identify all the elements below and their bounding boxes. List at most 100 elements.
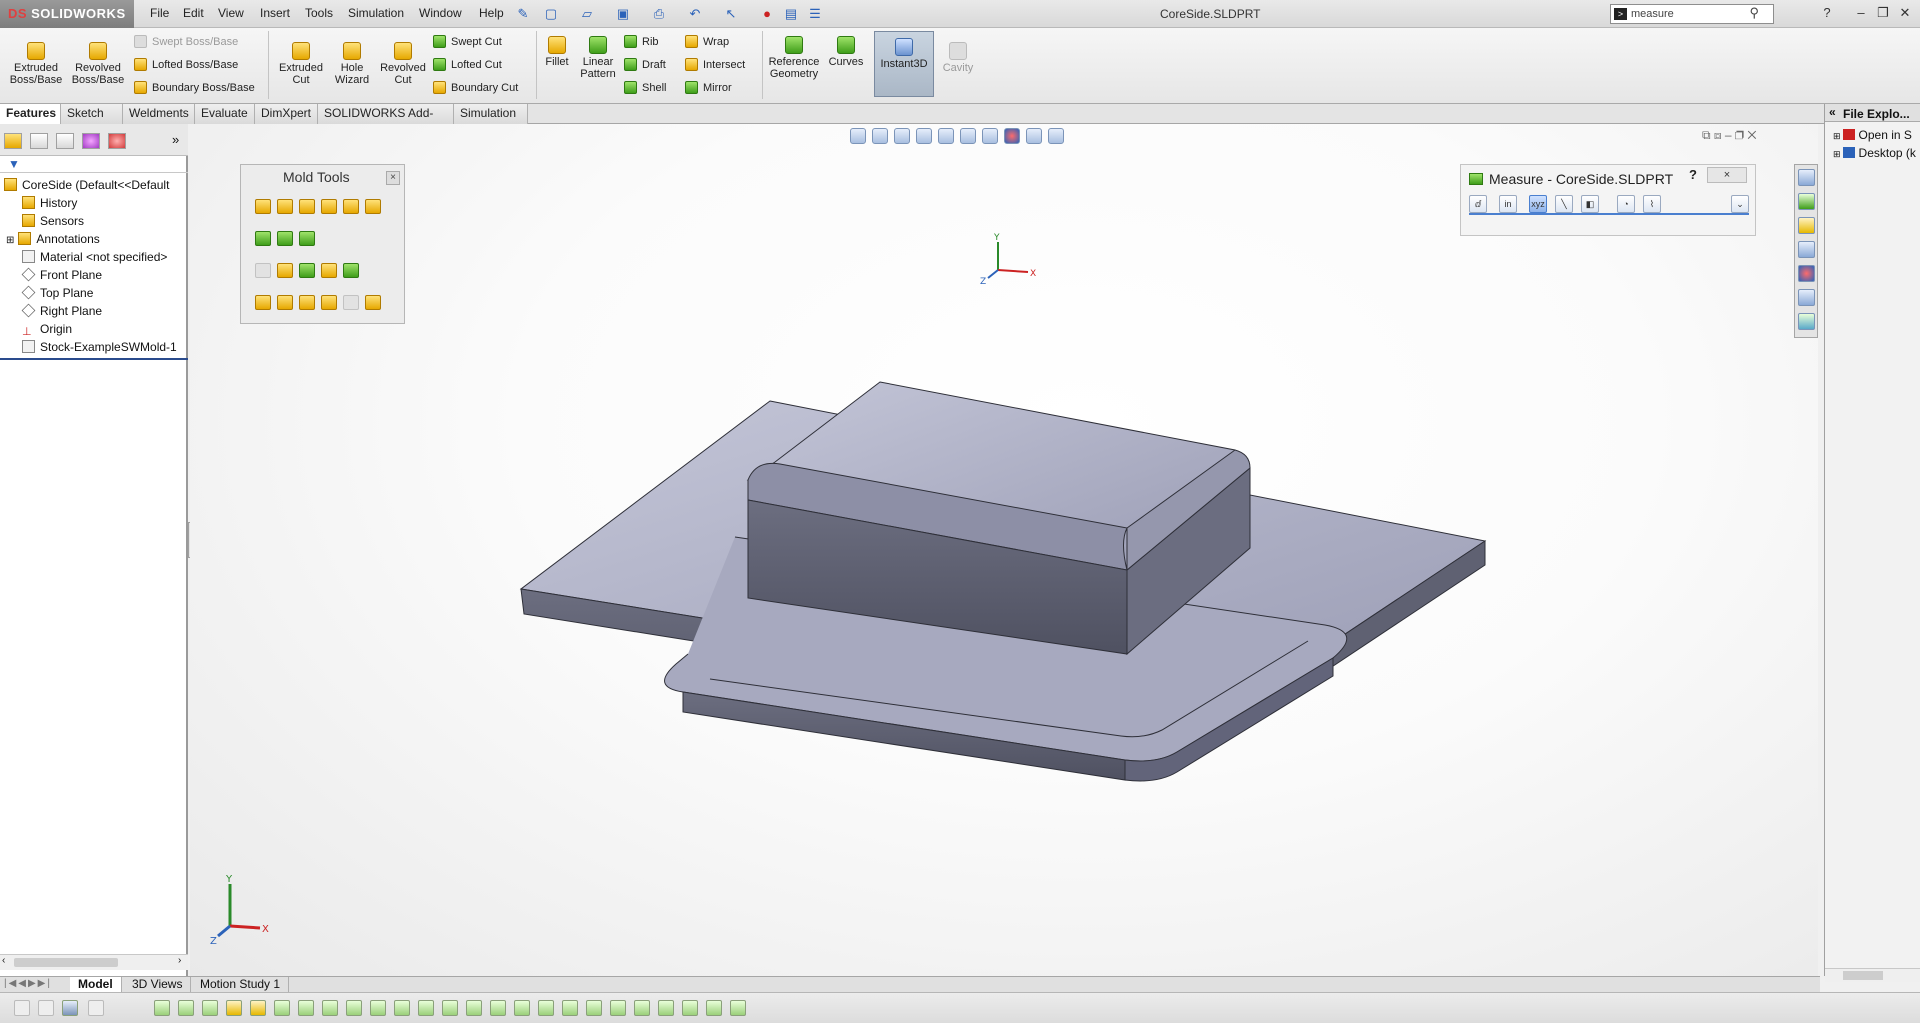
menu-file[interactable]: File xyxy=(150,6,169,20)
horizontal-scrollbar[interactable]: ‹ › xyxy=(0,954,188,970)
mirror-button[interactable]: Mirror xyxy=(685,81,732,94)
tab-simulation[interactable]: Simulation xyxy=(454,104,528,124)
tab-dimxpert[interactable]: DimXpert xyxy=(255,104,318,124)
expand-icon[interactable]: ⊞ xyxy=(1833,149,1841,159)
expand-tabs-icon[interactable]: » xyxy=(172,132,179,147)
filter-sketch-segments-icon[interactable] xyxy=(346,1000,362,1016)
menu-window[interactable]: Window xyxy=(419,6,462,20)
tab-features[interactable]: Features xyxy=(0,104,61,124)
explorer-item-desktop[interactable]: ⊞ Desktop (k xyxy=(1833,146,1916,160)
print-icon[interactable]: ⎙ xyxy=(650,5,668,23)
file-properties-icon[interactable]: ▤ xyxy=(782,5,800,23)
pin-icon[interactable]: ✎ xyxy=(514,5,532,23)
scroll-thumb[interactable] xyxy=(1843,971,1883,980)
open-folder-icon[interactable]: ▱ xyxy=(578,5,596,23)
lofted-cut-button[interactable]: Lofted Cut xyxy=(433,58,502,71)
linear-pattern-button[interactable]: Linear Pattern xyxy=(576,36,620,80)
configuration-manager-tab-icon[interactable] xyxy=(56,133,74,149)
tree-item-material[interactable]: Material <not specified> xyxy=(22,250,167,268)
collapse-pane-icon[interactable]: « xyxy=(1829,105,1836,119)
instant3d-button[interactable]: Instant3D xyxy=(874,31,934,97)
tree-item-front-plane[interactable]: Front Plane xyxy=(21,267,102,286)
filter-vertices-icon[interactable] xyxy=(154,1000,170,1016)
display-manager-tab-icon[interactable] xyxy=(108,133,126,149)
appearances-scenes-icon[interactable] xyxy=(1798,265,1815,282)
filter-mesh-facets-icon[interactable] xyxy=(730,1000,746,1016)
new-document-icon[interactable]: ▢ xyxy=(542,5,560,23)
tab-sketch[interactable]: Sketch xyxy=(61,104,123,124)
task-pane-scrollbar[interactable] xyxy=(1825,968,1920,982)
property-manager-tab-icon[interactable] xyxy=(30,133,48,149)
expand-icon[interactable]: ⊞ xyxy=(1833,131,1841,141)
toggle-filter-icon[interactable] xyxy=(14,1000,30,1016)
forum-icon[interactable] xyxy=(1798,313,1815,330)
filter-solid-bodies-icon[interactable] xyxy=(250,1000,266,1016)
tree-root-part[interactable]: CoreSide (Default<<Default xyxy=(4,178,169,196)
filter-center-marks-icon[interactable] xyxy=(394,1000,410,1016)
view-palette-icon[interactable] xyxy=(1798,241,1815,258)
tree-item-annotations[interactable]: ⊞ Annotations xyxy=(6,232,100,250)
close-button[interactable]: ✕ xyxy=(1896,5,1914,21)
design-library-icon[interactable] xyxy=(1798,193,1815,210)
save-icon[interactable]: ▣ xyxy=(614,5,632,23)
undo-icon[interactable]: ↶ xyxy=(686,5,704,23)
tree-item-history[interactable]: History xyxy=(22,196,77,214)
filter-routing-points-icon[interactable] xyxy=(706,1000,722,1016)
filter-planes-icon[interactable] xyxy=(298,1000,314,1016)
wrap-button[interactable]: Wrap xyxy=(685,35,729,48)
tab-motion-study[interactable]: Motion Study 1 xyxy=(192,977,290,993)
filter-surface-bodies-icon[interactable] xyxy=(226,1000,242,1016)
tree-item-right-plane[interactable]: Right Plane xyxy=(21,303,102,322)
filter-connection-points-icon[interactable] xyxy=(682,1000,698,1016)
filter-notes-icon[interactable] xyxy=(514,1000,530,1016)
scroll-right-icon[interactable]: › xyxy=(178,955,181,966)
select-all-filters-icon[interactable] xyxy=(62,1000,78,1016)
scroll-left-icon[interactable]: ‹ xyxy=(2,955,5,966)
search-icon[interactable]: ⚲ xyxy=(1749,5,1759,21)
boundary-boss-button[interactable]: Boundary Boss/Base xyxy=(134,81,255,94)
dimxpert-manager-tab-icon[interactable] xyxy=(82,133,100,149)
intersect-button[interactable]: Intersect xyxy=(685,58,745,71)
custom-properties-icon[interactable] xyxy=(1798,289,1815,306)
tab-solidworks-addins[interactable]: SOLIDWORKS Add-Ins xyxy=(318,104,454,139)
tree-item-sensors[interactable]: Sensors xyxy=(22,214,84,232)
tree-item-origin[interactable]: ⊥ Origin xyxy=(22,322,72,340)
curves-button[interactable]: Curves xyxy=(826,36,866,68)
filter-datum-targets-icon[interactable] xyxy=(586,1000,602,1016)
solidworks-resources-icon[interactable] xyxy=(1798,169,1815,186)
menu-tools[interactable]: Tools xyxy=(305,6,333,20)
menu-help[interactable]: Help xyxy=(479,6,504,20)
cavity-button[interactable]: Cavity xyxy=(938,42,978,74)
help-dropdown-icon[interactable]: ? xyxy=(1818,5,1836,21)
swept-boss-button[interactable]: Swept Boss/Base xyxy=(134,35,238,48)
filter-axes-icon[interactable] xyxy=(274,1000,290,1016)
menu-simulation[interactable]: Simulation xyxy=(348,6,404,20)
feature-tree-tab-icon[interactable] xyxy=(4,133,22,149)
rib-button[interactable]: Rib xyxy=(624,35,659,48)
tab-model[interactable]: Model xyxy=(70,977,122,993)
tab-evaluate[interactable]: Evaluate xyxy=(195,104,255,124)
swept-cut-button[interactable]: Swept Cut xyxy=(433,35,502,48)
filter-datum-features-icon[interactable] xyxy=(538,1000,554,1016)
filter-sketch-points-icon[interactable] xyxy=(322,1000,338,1016)
clear-filters-icon[interactable] xyxy=(38,1000,54,1016)
file-explorer-icon[interactable] xyxy=(1798,217,1815,234)
select-arrow-icon[interactable]: ↖ xyxy=(722,5,740,23)
feature-tree-filter[interactable]: ▼ xyxy=(0,157,188,173)
tab-3d-views[interactable]: 3D Views xyxy=(124,977,192,993)
scroll-thumb[interactable] xyxy=(14,958,118,967)
filter-midpoints-icon[interactable] xyxy=(370,1000,386,1016)
filter-cosmetic-threads-icon[interactable] xyxy=(610,1000,626,1016)
filter-weld-symbols-icon[interactable] xyxy=(562,1000,578,1016)
filter-dowel-pin-icon[interactable] xyxy=(658,1000,674,1016)
minimize-button[interactable]: – xyxy=(1852,5,1870,21)
tab-weldments[interactable]: Weldments xyxy=(123,104,195,124)
filter-edges-icon[interactable] xyxy=(178,1000,194,1016)
select-arrow-icon[interactable] xyxy=(88,1000,104,1016)
boundary-cut-button[interactable]: Boundary Cut xyxy=(433,81,518,94)
filter-centerline-icon[interactable] xyxy=(418,1000,434,1016)
draft-button[interactable]: Draft xyxy=(624,58,666,71)
menu-view[interactable]: View xyxy=(218,6,244,20)
explorer-item-open-in[interactable]: ⊞ Open in S xyxy=(1833,128,1912,142)
expand-icon[interactable]: ⊞ xyxy=(6,235,14,246)
